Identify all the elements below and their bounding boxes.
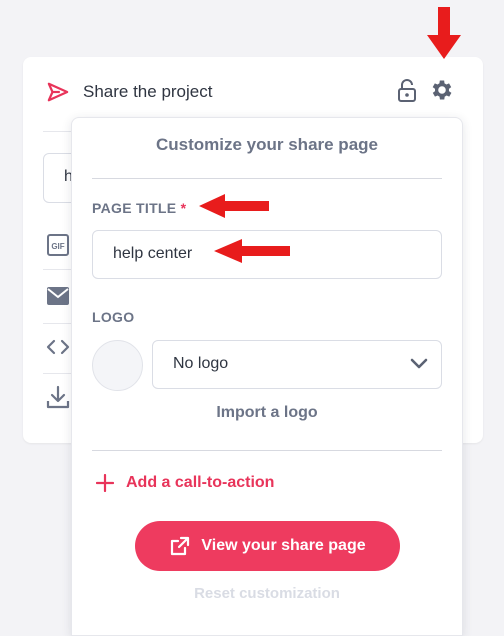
- view-share-page-button[interactable]: View your share page: [135, 521, 400, 571]
- code-icon[interactable]: [45, 334, 71, 360]
- external-link-icon: [171, 536, 190, 556]
- import-logo-link[interactable]: Import a logo: [72, 404, 462, 422]
- annotation-arrow-left: [199, 194, 269, 218]
- send-icon: [47, 82, 69, 102]
- panel-divider: [92, 450, 442, 451]
- logo-preview[interactable]: [92, 340, 143, 391]
- logo-select-value: No logo: [173, 355, 229, 372]
- card-title: Share the project: [83, 82, 213, 101]
- download-icon[interactable]: [45, 384, 71, 410]
- add-cta-button[interactable]: Add a call-to-action: [96, 474, 274, 492]
- view-share-page-label: View your share page: [201, 537, 366, 554]
- card-header: Share the project: [47, 81, 212, 103]
- plus-icon: [96, 474, 114, 492]
- chevron-down-icon: [410, 358, 428, 369]
- logo-label: LOGO: [92, 309, 135, 325]
- add-cta-label: Add a call-to-action: [126, 474, 275, 491]
- annotation-arrow-down: [427, 7, 461, 59]
- logo-select[interactable]: No logo: [152, 340, 442, 389]
- page-title-label: PAGE TITLE *: [92, 200, 186, 216]
- lock-icon[interactable]: [396, 79, 418, 103]
- reset-customization-link[interactable]: Reset customization: [72, 585, 462, 602]
- panel-divider: [92, 178, 442, 179]
- gif-icon[interactable]: GIF: [45, 232, 71, 258]
- gear-icon[interactable]: [429, 77, 455, 103]
- annotation-arrow-left: [214, 239, 290, 263]
- svg-text:GIF: GIF: [51, 242, 64, 251]
- page-title-input-value: help center: [113, 245, 193, 262]
- required-mark: *: [180, 200, 187, 216]
- page-title-label-text: PAGE TITLE: [92, 200, 177, 216]
- mail-icon[interactable]: [45, 283, 71, 309]
- panel-title: Customize your share page: [155, 135, 378, 154]
